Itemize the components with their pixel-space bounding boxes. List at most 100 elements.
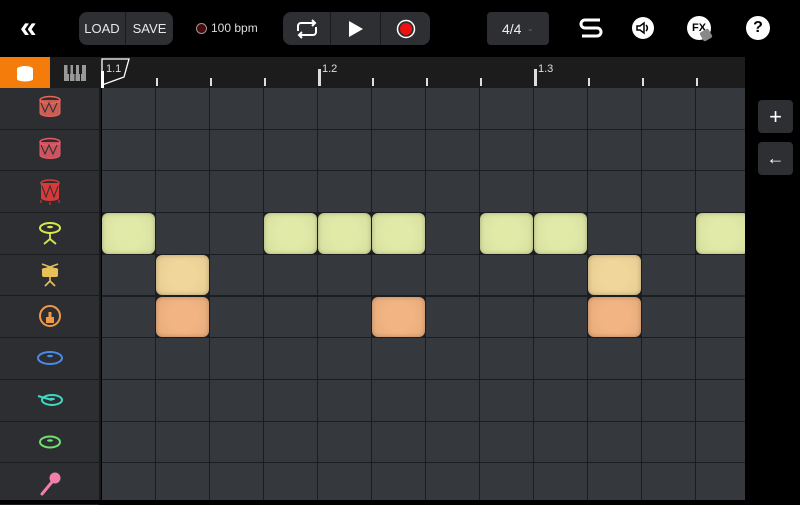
step-pad[interactable]	[534, 379, 587, 421]
step-pad[interactable]	[534, 463, 587, 500]
step-pad-active[interactable]	[588, 296, 641, 338]
step-pad[interactable]	[642, 296, 695, 338]
step-pad[interactable]	[318, 463, 371, 500]
step-pad[interactable]	[588, 338, 641, 379]
step-pad[interactable]	[588, 213, 641, 254]
step-pad[interactable]	[102, 88, 155, 129]
step-pad[interactable]	[480, 171, 533, 213]
step-pad[interactable]	[210, 338, 263, 379]
step-pad[interactable]	[210, 296, 263, 338]
step-pad[interactable]	[588, 88, 641, 129]
step-pad[interactable]	[318, 88, 371, 129]
step-pad[interactable]	[210, 379, 263, 421]
step-pad[interactable]	[156, 338, 209, 379]
tab-keys[interactable]	[50, 57, 100, 88]
step-pad[interactable]	[210, 421, 263, 463]
step-pad[interactable]	[642, 463, 695, 500]
instrument-row-drum[interactable]	[0, 130, 99, 172]
step-pad[interactable]	[264, 379, 317, 421]
step-pad[interactable]	[534, 171, 587, 213]
step-pad[interactable]	[102, 338, 155, 379]
step-pad[interactable]	[102, 463, 155, 500]
step-pad[interactable]	[426, 421, 479, 463]
step-pad[interactable]	[588, 129, 641, 171]
step-pad[interactable]	[318, 171, 371, 213]
step-pad[interactable]	[426, 463, 479, 500]
step-pad[interactable]	[696, 88, 745, 129]
add-track-button[interactable]: +	[758, 100, 793, 133]
step-pad[interactable]	[372, 171, 425, 213]
step-pad[interactable]	[318, 254, 371, 296]
step-pad[interactable]	[264, 338, 317, 379]
step-pad[interactable]	[534, 88, 587, 129]
step-pad-active[interactable]	[588, 254, 641, 296]
step-pad[interactable]	[642, 421, 695, 463]
instrument-row-drum[interactable]	[0, 88, 99, 130]
step-pad[interactable]	[264, 463, 317, 500]
instrument-row-floor-tom[interactable]	[0, 171, 99, 214]
instrument-row-crash[interactable]	[0, 422, 99, 464]
step-pad[interactable]	[318, 338, 371, 379]
step-pad[interactable]	[372, 379, 425, 421]
step-pad[interactable]	[372, 421, 425, 463]
step-pad[interactable]	[696, 254, 745, 296]
step-pad[interactable]	[480, 254, 533, 296]
step-pad-active[interactable]	[534, 213, 587, 254]
load-button[interactable]: LOAD	[79, 12, 125, 45]
step-pad[interactable]	[318, 421, 371, 463]
step-pad[interactable]	[102, 296, 155, 338]
mixer-button[interactable]	[578, 15, 604, 46]
step-pad[interactable]	[534, 296, 587, 338]
step-pad[interactable]	[156, 463, 209, 500]
step-pad[interactable]	[102, 421, 155, 463]
step-pad[interactable]	[642, 338, 695, 379]
step-pad[interactable]	[426, 213, 479, 254]
step-pad[interactable]	[210, 129, 263, 171]
step-pad[interactable]	[156, 171, 209, 213]
save-button[interactable]: SAVE	[125, 12, 173, 45]
step-pad[interactable]	[264, 88, 317, 129]
step-pad[interactable]	[372, 463, 425, 500]
step-pad-active[interactable]	[102, 213, 155, 254]
tempo-control[interactable]: 100 bpm	[196, 21, 258, 35]
step-pad[interactable]	[534, 421, 587, 463]
fx-button[interactable]: FX	[687, 16, 713, 42]
step-pad[interactable]	[156, 213, 209, 254]
play-button[interactable]	[330, 12, 380, 45]
step-pad-active[interactable]	[264, 213, 317, 254]
step-pad[interactable]	[696, 421, 745, 463]
step-grid[interactable]	[102, 88, 745, 500]
step-pad[interactable]	[426, 88, 479, 129]
step-pad[interactable]	[426, 379, 479, 421]
step-pad-active[interactable]	[156, 296, 209, 338]
back-arrow-button[interactable]: ←	[758, 142, 793, 175]
tab-drums[interactable]	[0, 57, 50, 88]
step-pad[interactable]	[534, 254, 587, 296]
step-pad[interactable]	[480, 88, 533, 129]
step-pad[interactable]	[210, 463, 263, 500]
step-pad-active[interactable]	[372, 213, 425, 254]
step-pad[interactable]	[372, 254, 425, 296]
step-pad[interactable]	[102, 254, 155, 296]
step-pad[interactable]	[210, 213, 263, 254]
step-pad[interactable]	[588, 171, 641, 213]
step-pad[interactable]	[642, 213, 695, 254]
instrument-row-microphone[interactable]	[0, 463, 99, 505]
help-button[interactable]: ?	[746, 16, 770, 40]
time-signature-select[interactable]: 4/4 ⌄	[487, 12, 549, 45]
step-pad[interactable]	[372, 129, 425, 171]
step-pad-active[interactable]	[696, 213, 745, 254]
step-pad[interactable]	[480, 338, 533, 379]
timeline-ruler[interactable]: 1.1 1.2 1.3	[100, 57, 745, 88]
step-pad[interactable]	[426, 338, 479, 379]
step-pad[interactable]	[102, 171, 155, 213]
step-pad-active[interactable]	[156, 254, 209, 296]
step-pad[interactable]	[102, 129, 155, 171]
step-pad[interactable]	[318, 296, 371, 338]
step-pad[interactable]	[426, 171, 479, 213]
step-pad[interactable]	[156, 379, 209, 421]
step-pad[interactable]	[156, 88, 209, 129]
step-pad[interactable]	[696, 463, 745, 500]
step-pad-active[interactable]	[480, 213, 533, 254]
step-pad[interactable]	[696, 379, 745, 421]
